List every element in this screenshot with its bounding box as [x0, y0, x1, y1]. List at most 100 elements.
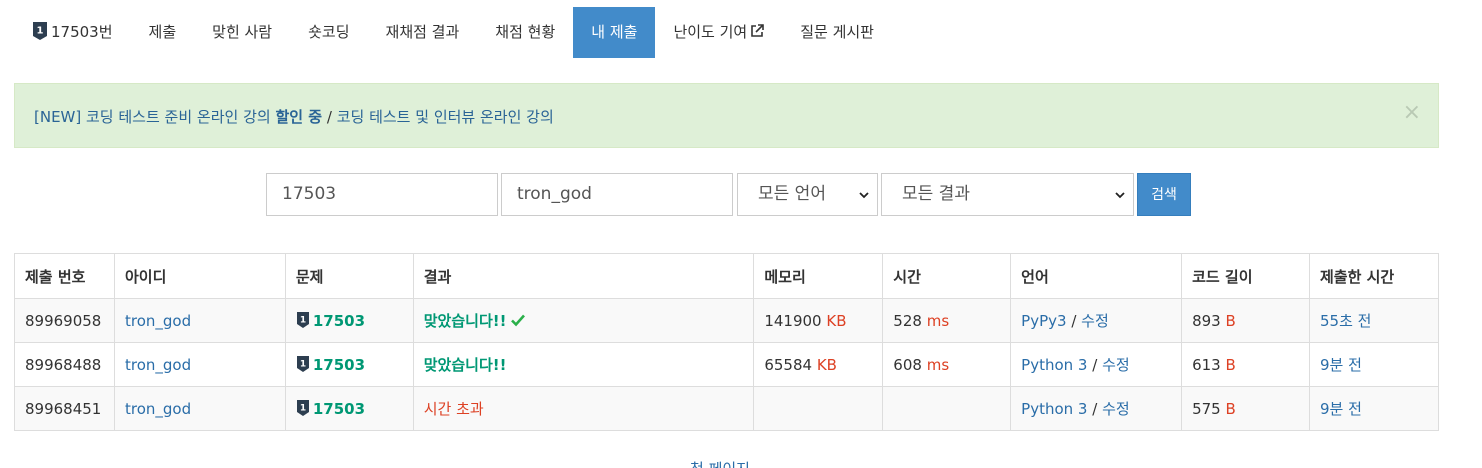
nav-board[interactable]: 질문 게시판 [782, 7, 892, 58]
language-link[interactable]: Python 3 [1021, 400, 1087, 418]
table-header-row: 제출 번호 아이디 문제 결과 메모리 시간 언어 코드 길이 제출한 시간 [14, 253, 1439, 299]
check-icon [511, 314, 526, 327]
problem-id: 17503 [312, 312, 366, 330]
header-result: 결과 [412, 253, 755, 299]
header-language: 언어 [1010, 253, 1183, 299]
nav-difficulty-label: 난이도 기여 [673, 23, 748, 41]
problem-link[interactable]: 1 17503 [296, 312, 365, 330]
alert-link-course[interactable]: [NEW] 코딩 테스트 준비 온라인 강의 할인 중 [34, 108, 322, 126]
table-row: 89968488 tron_god 1 17503 맞았습니다!! 65584 K… [14, 342, 1439, 387]
nav-status-label: 채점 현황 [495, 23, 556, 41]
submitted-time-link[interactable]: 9분 전 [1320, 400, 1362, 418]
memory-value: 65584 [764, 355, 813, 374]
nav-rejudge-label: 재채점 결과 [385, 23, 460, 41]
tier-badge-icon: 1 [296, 400, 309, 416]
promo-alert: [NEW] 코딩 테스트 준비 온라인 강의 할인 중 / 코딩 테스트 및 인… [14, 83, 1439, 148]
result-text: 맞았습니다!! [423, 356, 507, 374]
chevron-down-icon [859, 192, 869, 199]
user-id-input[interactable]: tron_god [501, 173, 733, 216]
svg-text:1: 1 [300, 316, 306, 326]
code-length-value: 613 [1192, 355, 1221, 374]
code-length-value: 575 [1192, 399, 1221, 418]
language-link[interactable]: PyPy3 [1021, 312, 1066, 330]
nav-board-label: 질문 게시판 [800, 23, 874, 41]
cell-submission-id: 89969058 [14, 298, 115, 343]
code-length-value: 893 [1192, 311, 1221, 330]
problem-nav: 1 17503번 제출 맞힌 사람 숏코딩 재채점 결과 채점 현황 내 제출 … [14, 7, 892, 58]
result-text: 시간 초과 [423, 400, 484, 418]
alert-link-interview[interactable]: 코딩 테스트 및 인터뷰 온라인 강의 [337, 108, 554, 126]
language-select-value: 모든 언어 [758, 184, 826, 204]
nav-rejudge[interactable]: 재채점 결과 [368, 7, 478, 58]
problem-id-input[interactable]: 17503 [266, 173, 498, 216]
alert-part1: [NEW] 코딩 테스트 준비 온라인 강의 [34, 108, 271, 126]
submitted-time-link[interactable]: 55초 전 [1320, 312, 1371, 330]
memory-value: 141900 [764, 311, 822, 330]
user-link[interactable]: tron_god [125, 400, 191, 418]
header-memory: 메모리 [753, 253, 884, 299]
nav-solvers-label: 맞힌 사람 [212, 23, 273, 41]
header-code-length: 코드 길이 [1181, 253, 1310, 299]
code-length-unit: B [1225, 355, 1236, 374]
language-select[interactable]: 모든 언어 [737, 173, 878, 216]
header-user: 아이디 [113, 253, 286, 299]
time-unit: ms [926, 311, 950, 330]
cell-submission-id: 89968488 [14, 342, 115, 387]
nav-problem[interactable]: 1 17503번 [14, 7, 131, 58]
nav-short-coding[interactable]: 숏코딩 [290, 7, 367, 58]
nav-submit-label: 제출 [148, 23, 177, 41]
code-length-unit: B [1225, 311, 1236, 330]
submission-table: 제출 번호 아이디 문제 결과 메모리 시간 언어 코드 길이 제출한 시간 8… [14, 253, 1439, 431]
alert-part2: 코딩 테스트 및 인터뷰 온라인 강의 [336, 108, 554, 126]
tier-badge-icon: 1 [33, 22, 47, 40]
nav-submit[interactable]: 제출 [131, 7, 195, 58]
code-length-unit: B [1225, 399, 1236, 418]
problem-link[interactable]: 1 17503 [296, 400, 365, 418]
header-problem: 문제 [284, 253, 414, 299]
edit-link[interactable]: 수정 [1102, 356, 1130, 374]
result-select-value: 모든 결과 [902, 184, 970, 204]
chevron-down-icon [1115, 192, 1125, 199]
header-submission-id: 제출 번호 [14, 253, 115, 299]
time-value: 528 [893, 311, 922, 330]
submitted-time-link[interactable]: 9분 전 [1320, 356, 1362, 374]
tier-badge-icon: 1 [296, 312, 309, 328]
nav-my-submissions-label: 내 제출 [591, 23, 638, 41]
search-button[interactable]: 검색 [1137, 173, 1191, 216]
problem-id: 17503 [312, 400, 366, 418]
alert-bold: 할인 중 [275, 108, 323, 126]
memory-unit: KB [826, 311, 847, 330]
table-row: 89968451 tron_god 1 17503 시간 초과 Python 3 … [14, 386, 1439, 431]
alert-separator: / [326, 108, 332, 126]
header-submitted-time: 제출한 시간 [1309, 253, 1439, 299]
header-time: 시간 [882, 253, 1012, 299]
problem-id: 17503 [312, 356, 366, 374]
result-select[interactable]: 모든 결과 [881, 173, 1134, 216]
close-icon[interactable]: × [1403, 100, 1421, 125]
nav-my-submissions[interactable]: 내 제출 [573, 7, 656, 58]
memory-unit: KB [816, 355, 837, 374]
nav-short-coding-label: 숏코딩 [308, 23, 350, 41]
user-link[interactable]: tron_god [125, 312, 191, 330]
language-link[interactable]: Python 3 [1021, 356, 1087, 374]
svg-text:1: 1 [37, 26, 44, 37]
cell-submission-id: 89968451 [14, 386, 115, 431]
nav-problem-label: 17503번 [51, 23, 113, 41]
nav-status[interactable]: 채점 현황 [477, 7, 573, 58]
user-link[interactable]: tron_god [125, 356, 191, 374]
nav-difficulty[interactable]: 난이도 기여 [655, 7, 782, 58]
external-link-icon [751, 24, 765, 37]
result-text: 맞았습니다!! [423, 312, 507, 330]
problem-link[interactable]: 1 17503 [296, 356, 365, 374]
time-value: 608 [893, 355, 922, 374]
svg-text:1: 1 [300, 360, 306, 370]
svg-text:1: 1 [300, 404, 306, 414]
edit-link[interactable]: 수정 [1081, 312, 1109, 330]
nav-solvers[interactable]: 맞힌 사람 [194, 7, 290, 58]
tier-badge-icon: 1 [296, 356, 309, 372]
edit-link[interactable]: 수정 [1102, 400, 1130, 418]
table-row: 89969058 tron_god 1 17503 맞았습니다!! 141900 … [14, 298, 1439, 343]
alert-message: [NEW] 코딩 테스트 준비 온라인 강의 할인 중 / 코딩 테스트 및 인… [34, 106, 554, 127]
time-unit: ms [926, 355, 950, 374]
first-page-link[interactable]: 첫 페이지 [690, 458, 750, 468]
